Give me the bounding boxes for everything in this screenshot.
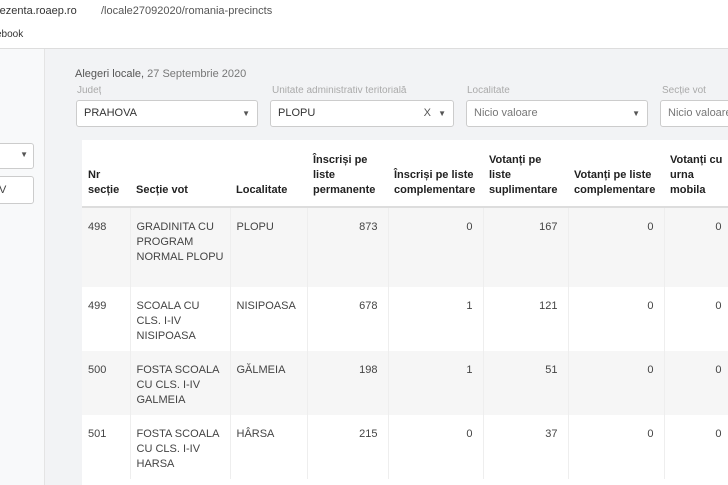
uat-select[interactable]: PLOPU X ▼ [270, 100, 454, 127]
bookmarks-bar: ebook [0, 22, 728, 49]
table-row: 501 FOSTA SCOALA CU CLS. I-IV HARSA HÂRS… [82, 415, 728, 479]
precinct-name: SCOALA CU CLS. I-IV NISIPOASA [130, 287, 231, 351]
precinct-number: 499 [82, 287, 131, 351]
cell-value: 0 [568, 351, 665, 415]
page-subtitle: Alegeri locale, 27 Septembrie 2020 [75, 68, 246, 80]
cell-value: 0 [388, 415, 484, 479]
cell-value: 0 [568, 207, 665, 287]
cell-value: 37 [483, 415, 569, 479]
table-row: 498 GRADINITA CU PROGRAM NORMAL PLOPU PL… [82, 207, 728, 287]
cell-value: 215 [307, 415, 389, 479]
sidebar-field[interactable]: V [0, 176, 34, 204]
county-select[interactable]: PRAHOVA ▼ [76, 100, 258, 127]
cell-value: 0 [664, 351, 728, 415]
cell-value: 0 [568, 415, 665, 479]
chevron-down-icon: ▼ [242, 109, 250, 118]
precinct-locality: GĂLMEIA [230, 351, 308, 415]
cell-value: 873 [307, 207, 389, 287]
column-header[interactable]: Votanți cu urna mobila [664, 140, 728, 208]
column-header[interactable]: Votanți pe liste suplimentare [483, 140, 568, 208]
chevron-down-icon: ▼ [20, 150, 28, 159]
url-path: /locale27092020/romania-precincts [101, 5, 273, 17]
precinct-number: 498 [82, 207, 131, 287]
column-header[interactable]: Înscriși pe liste permanente [307, 140, 388, 208]
column-header[interactable]: Votanți pe liste complementare [568, 140, 664, 208]
table-header-row: Nr secție Secție vot Localitate Înscriși… [82, 140, 728, 208]
precinct-placeholder: Nicio valoare [668, 107, 728, 119]
column-header[interactable]: Înscriși pe liste complementare [388, 140, 483, 208]
column-header[interactable]: Localitate [230, 140, 307, 208]
cell-value: 167 [483, 207, 569, 287]
sidebar-select[interactable]: ▼ [0, 143, 34, 169]
precinct-locality: HÂRSA [230, 415, 308, 479]
column-header[interactable]: Nr secție [82, 140, 130, 208]
election-date: 27 Septembrie 2020 [147, 68, 247, 80]
precinct-number: 500 [82, 351, 131, 415]
precinct-label: Secție vot [662, 86, 706, 96]
precinct-name: FOSTA SCOALA CU CLS. I-IV GALMEIA [130, 351, 231, 415]
precinct-number: 501 [82, 415, 131, 479]
locality-select[interactable]: Nicio valoare ▼ [466, 100, 648, 127]
county-value: PRAHOVA [84, 107, 137, 119]
precinct-locality: NISIPOASA [230, 287, 308, 351]
table-row: 500 FOSTA SCOALA CU CLS. I-IV GALMEIA GĂ… [82, 351, 728, 415]
cell-value: 1 [388, 287, 484, 351]
county-label: Județ [77, 86, 102, 96]
locality-placeholder: Nicio valoare [474, 107, 538, 119]
cell-value: 51 [483, 351, 569, 415]
address-bar[interactable]: rezenta.roaep.ro /locale27092020/romania… [0, 0, 728, 22]
chevron-down-icon: ▼ [632, 109, 640, 118]
precinct-name: FOSTA SCOALA CU CLS. I-IV HARSA [130, 415, 231, 479]
precinct-select[interactable]: Nicio valoare [660, 100, 728, 127]
precinct-locality: PLOPU [230, 207, 308, 287]
clear-icon[interactable]: X [424, 101, 431, 126]
table-row: 499 SCOALA CU CLS. I-IV NISIPOASA NISIPO… [82, 287, 728, 351]
cell-value: 121 [483, 287, 569, 351]
cell-value: 0 [388, 207, 484, 287]
column-header[interactable]: Secție vot [130, 140, 230, 208]
cell-value: 0 [568, 287, 665, 351]
uat-value: PLOPU [278, 107, 316, 119]
bookmark-item[interactable]: ebook [0, 22, 23, 48]
cell-value: 0 [664, 287, 728, 351]
cell-value: 0 [664, 415, 728, 479]
chevron-down-icon: ▼ [438, 109, 446, 118]
cell-value: 198 [307, 351, 389, 415]
precinct-name: GRADINITA CU PROGRAM NORMAL PLOPU [130, 207, 231, 287]
cell-value: 1 [388, 351, 484, 415]
uat-label: Unitate administrativ teritorială [272, 86, 407, 96]
precincts-table: Nr secție Secție vot Localitate Înscriși… [82, 140, 728, 485]
url-host: rezenta.roaep.ro [0, 5, 77, 17]
sidebar: ▼ V [0, 49, 45, 485]
cell-value: 0 [664, 207, 728, 287]
locality-label: Localitate [467, 86, 510, 96]
cell-value: 678 [307, 287, 389, 351]
election-name: Alegeri locale, [75, 68, 145, 80]
